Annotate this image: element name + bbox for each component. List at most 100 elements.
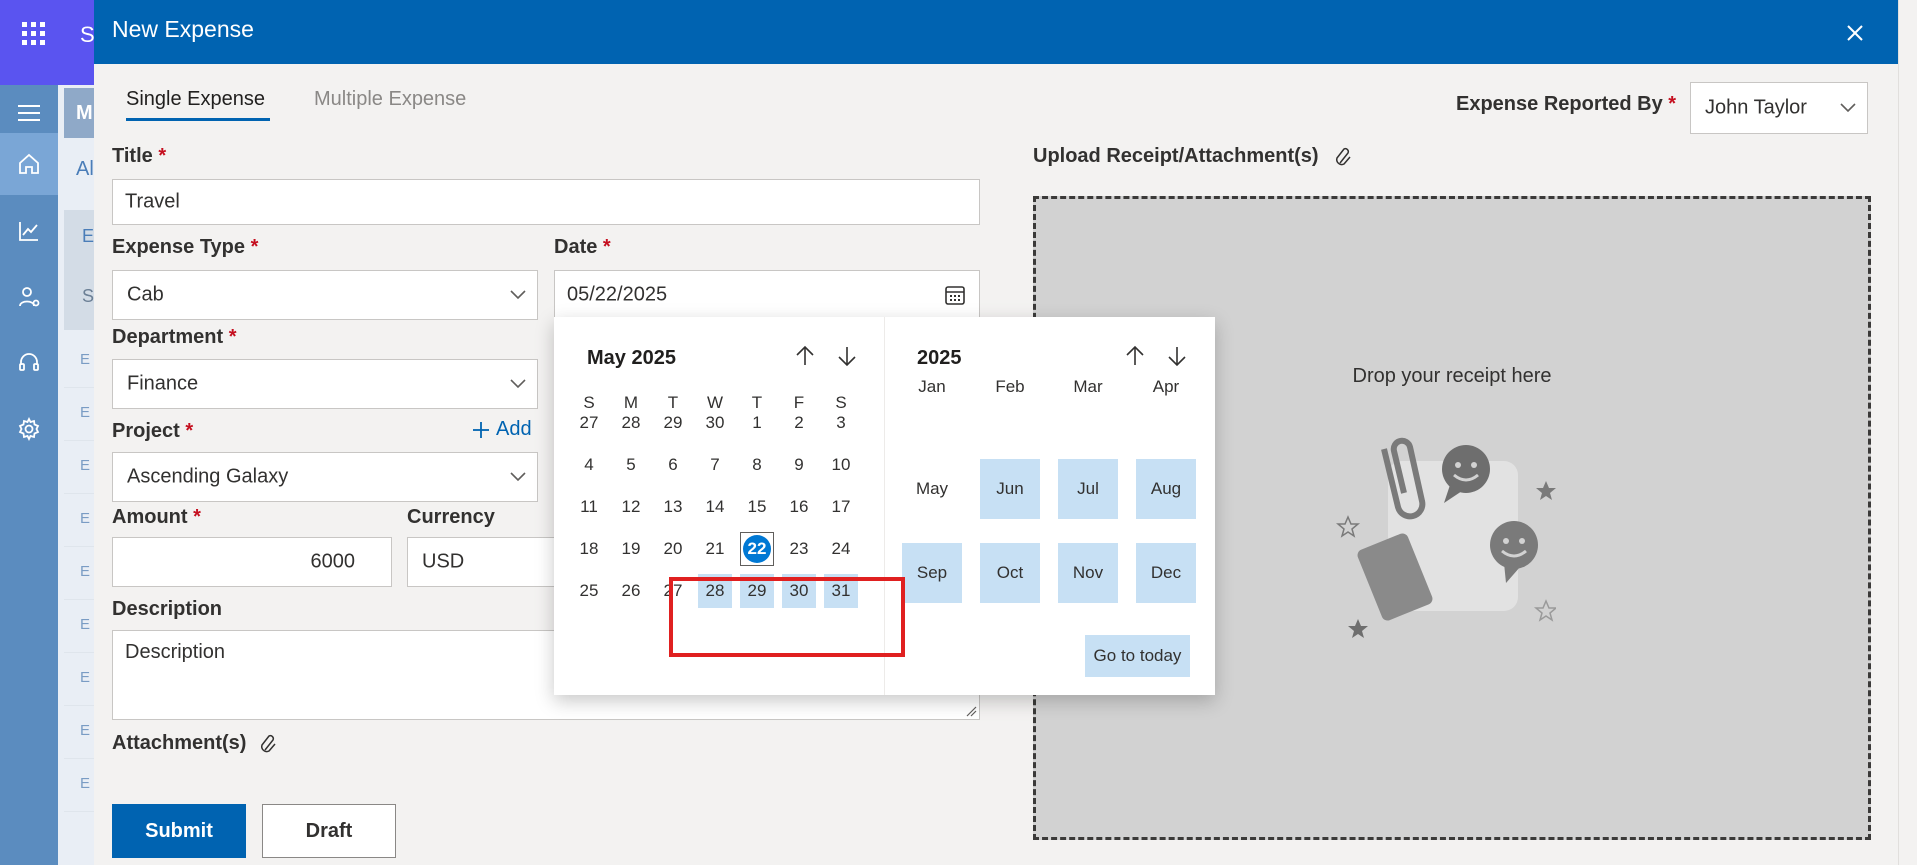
background-tab[interactable]: Al [76,158,94,181]
calendar-day[interactable]: 23 [782,532,816,566]
calendar-day[interactable]: 22 [740,532,774,566]
calendar-day[interactable]: 28 [614,406,648,440]
app-launcher-icon[interactable] [20,20,48,48]
amount-label: Amount * [112,506,201,528]
add-project-button[interactable]: Add [472,418,532,441]
department-dropdown[interactable]: Finance [112,359,538,409]
background-row[interactable]: E [64,494,98,547]
submit-button[interactable]: Submit [112,804,246,858]
support-icon[interactable] [0,335,58,391]
edit-attachment-icon[interactable] [1335,147,1353,167]
calendar-day[interactable]: 13 [656,490,690,524]
background-row[interactable]: E [64,547,98,600]
next-month-arrow-down-icon[interactable] [834,343,860,369]
month-aug[interactable]: Aug [1136,459,1196,519]
calendar-day[interactable]: 27 [572,406,606,440]
tab-single-expense[interactable]: Single Expense [126,88,265,111]
attachment-paperclip-icon[interactable] [260,734,278,754]
background-panel-header: M [64,88,98,138]
calendar-day[interactable]: 12 [614,490,648,524]
date-input[interactable]: 05/22/2025 [554,270,980,320]
dialog-title: New Expense [112,16,254,42]
month-nov[interactable]: Nov [1058,543,1118,603]
month-dec[interactable]: Dec [1136,543,1196,603]
close-icon[interactable] [1840,18,1870,48]
background-row[interactable]: E [64,759,98,812]
title-label: Title * [112,145,167,167]
calendar-day[interactable]: 7 [698,448,732,482]
calendar-day[interactable]: 15 [740,490,774,524]
calendar-day[interactable]: 18 [572,532,606,566]
background-row[interactable]: E [64,706,98,759]
month-jul[interactable]: Jul [1058,459,1118,519]
month-jan[interactable]: Jan [902,357,962,417]
date-value: 05/22/2025 [567,283,668,306]
calendar-day[interactable]: 17 [824,490,858,524]
background-row[interactable]: E [64,335,98,388]
calendar-icon[interactable] [943,283,967,307]
month-title[interactable]: May 2025 [587,347,676,370]
department-label: Department * [112,326,237,348]
selected-day-marker: 22 [743,535,771,563]
calendar-day[interactable]: 11 [572,490,606,524]
calendar-day[interactable]: 4 [572,448,606,482]
dialog-scrollbar[interactable] [1898,0,1917,865]
calendar-day[interactable]: 6 [656,448,690,482]
calendar-day[interactable]: 30 [698,406,732,440]
expense-type-dropdown[interactable]: Cab [112,270,538,320]
calendar-day[interactable]: 14 [698,490,732,524]
reported-by-label: Expense Reported By * [1456,93,1677,115]
month-mar[interactable]: Mar [1058,357,1118,417]
calendar-day[interactable]: 20 [656,532,690,566]
calendar-day[interactable]: 5 [614,448,648,482]
calendar-day[interactable]: 1 [740,406,774,440]
calendar-day[interactable]: 26 [614,574,648,608]
upload-label: Upload Receipt/Attachment(s) [1033,145,1319,167]
month-sep[interactable]: Sep [902,543,962,603]
chevron-down-icon [509,289,527,301]
analytics-icon[interactable] [0,203,58,259]
go-to-today-button[interactable]: Go to today [1085,635,1190,677]
project-dropdown[interactable]: Ascending Galaxy [112,452,538,502]
background-row[interactable]: E [64,441,98,494]
amount-value: 6000 [310,550,356,573]
draft-button[interactable]: Draft [262,804,396,858]
background-row[interactable]: E [64,600,98,653]
month-jun[interactable]: Jun [980,459,1040,519]
settings-gear-icon[interactable] [0,401,58,457]
calendar-day[interactable]: 24 [824,532,858,566]
previous-month-arrow-up-icon[interactable] [792,343,818,369]
background-row[interactable]: E [64,388,98,441]
background-column-text: E [82,226,95,246]
amount-input[interactable]: 6000 [112,537,392,587]
expense-type-value: Cab [127,283,164,306]
tab-multiple-expense[interactable]: Multiple Expense [314,88,466,111]
calendar-day[interactable]: 10 [824,448,858,482]
calendar-day[interactable]: 21 [698,532,732,566]
month-feb[interactable]: Feb [980,357,1040,417]
highlight-annotation-box [669,577,905,657]
department-value: Finance [127,372,199,395]
resize-handle-icon[interactable] [965,705,977,717]
calendar-day[interactable]: 2 [782,406,816,440]
month-apr[interactable]: Apr [1136,357,1196,417]
calendar-day[interactable]: 16 [782,490,816,524]
dialog-header: New Expense [94,0,1898,64]
home-icon[interactable] [0,133,58,195]
active-tab-indicator [126,118,270,121]
upload-header: Upload Receipt/Attachment(s) [1033,145,1353,168]
calendar-day[interactable]: 9 [782,448,816,482]
calendar-day[interactable]: 19 [614,532,648,566]
month-oct[interactable]: Oct [980,543,1040,603]
reported-by-dropdown[interactable]: John Taylor [1690,82,1868,134]
title-value: Travel [125,190,180,213]
calendar-day[interactable]: 29 [656,406,690,440]
user-settings-icon[interactable] [0,269,58,325]
expense-type-label: Expense Type * [112,236,259,258]
calendar-day[interactable]: 8 [740,448,774,482]
calendar-day[interactable]: 3 [824,406,858,440]
calendar-day[interactable]: 25 [572,574,606,608]
background-row[interactable]: E [64,653,98,706]
title-input[interactable]: Travel [112,179,980,225]
month-may[interactable]: May [902,459,962,519]
